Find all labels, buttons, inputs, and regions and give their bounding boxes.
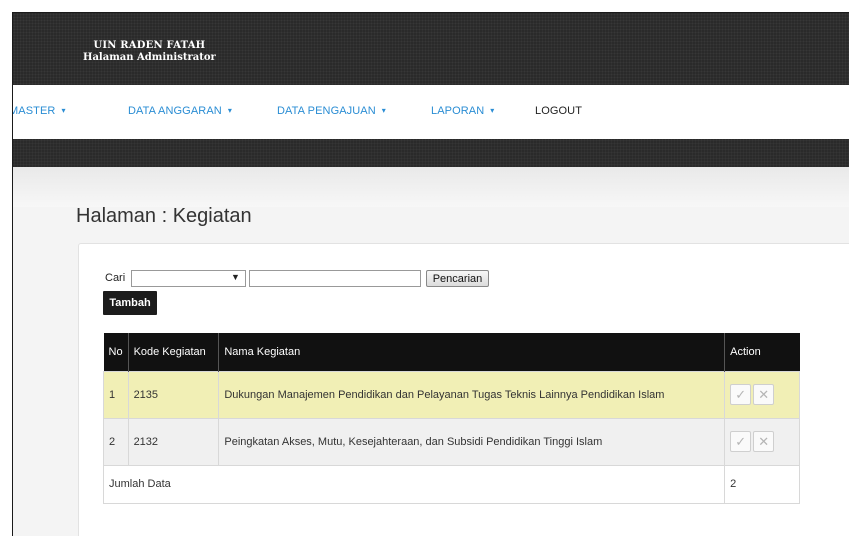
nav-master[interactable]: MASTER ▾ <box>12 105 66 117</box>
chevron-down-icon: ▾ <box>61 106 66 115</box>
cell-action: ✓ ✕ <box>724 370 800 419</box>
nav-data-anggaran-label: DATA ANGGARAN <box>128 105 222 117</box>
check-icon[interactable]: ✓ <box>730 384 752 405</box>
search-field-select[interactable]: ▼ <box>131 270 246 287</box>
nav-laporan[interactable]: LAPORAN ▾ <box>431 105 494 117</box>
brand: UIN RADEN FATAH Halaman Administrator <box>83 40 216 64</box>
check-icon[interactable]: ✓ <box>730 431 752 452</box>
cell-nama: Dukungan Manajemen Pendidikan dan Pelaya… <box>218 370 726 419</box>
table-footer-row: Jumlah Data 2 <box>102 464 800 504</box>
content-shade <box>13 167 849 207</box>
cell-no: 1 <box>103 370 129 419</box>
footer-count: 2 <box>724 464 800 504</box>
dropdown-arrow-icon: ▼ <box>231 272 240 282</box>
header-kode-kegiatan[interactable]: Kode Kegiatan <box>128 333 220 371</box>
app-window: UIN RADEN FATAH Halaman Administrator MA… <box>12 12 849 536</box>
table-row[interactable]: 2 2132 Peingkatan Akses, Mutu, Kesejahte… <box>103 417 800 466</box>
nav-data-pengajuan[interactable]: DATA PENGAJUAN ▾ <box>277 105 386 117</box>
page-title: Halaman : Kegiatan <box>76 205 252 227</box>
top-header: UIN RADEN FATAH Halaman Administrator <box>13 13 849 85</box>
search-button[interactable]: Pencarian <box>426 270 489 287</box>
kegiatan-table: No Kode Kegiatan Nama Kegiatan Action 1 … <box>102 333 800 504</box>
nav-logout[interactable]: LOGOUT <box>535 105 582 117</box>
header-nama-kegiatan[interactable]: Nama Kegiatan <box>218 333 726 371</box>
table-header-row: No Kode Kegiatan Nama Kegiatan Action <box>103 333 800 371</box>
brand-title: UIN RADEN FATAH <box>93 40 206 51</box>
cell-no: 2 <box>103 417 129 466</box>
nav-logout-label: LOGOUT <box>535 105 583 117</box>
brand-subtitle: Halaman Administrator <box>83 52 216 63</box>
nav-master-label: MASTER <box>12 105 56 117</box>
close-icon[interactable]: ✕ <box>753 431 775 452</box>
main-nav: MASTER ▾ DATA ANGGARAN ▾ DATA PENGAJUAN ▾ L… <box>13 85 849 139</box>
table-row[interactable]: 1 2135 Dukungan Manajemen Pendidikan dan… <box>103 370 800 419</box>
add-button[interactable]: Tambah <box>103 291 157 315</box>
search-label: Cari <box>105 272 126 284</box>
cell-nama: Peingkatan Akses, Mutu, Kesejahteraan, d… <box>218 417 726 466</box>
header-action: Action <box>724 333 800 371</box>
cell-action: ✓ ✕ <box>724 417 800 466</box>
content-panel: Cari ▼ Pencarian Tambah No Kode Kegiatan… <box>78 243 849 536</box>
nav-data-anggaran[interactable]: DATA ANGGARAN ▾ <box>128 105 232 117</box>
sub-header-bar <box>13 139 849 167</box>
chevron-down-icon: ▾ <box>227 106 232 115</box>
close-icon[interactable]: ✕ <box>753 384 775 405</box>
chevron-down-icon: ▾ <box>381 106 386 115</box>
nav-laporan-label: LAPORAN <box>431 105 485 117</box>
cell-kode: 2135 <box>127 370 220 419</box>
nav-data-pengajuan-label: DATA PENGAJUAN <box>277 105 376 117</box>
cell-kode: 2132 <box>127 417 220 466</box>
search-input[interactable] <box>249 270 421 287</box>
chevron-down-icon: ▾ <box>490 106 495 115</box>
header-no[interactable]: No <box>103 333 129 371</box>
footer-label: Jumlah Data <box>102 464 726 504</box>
